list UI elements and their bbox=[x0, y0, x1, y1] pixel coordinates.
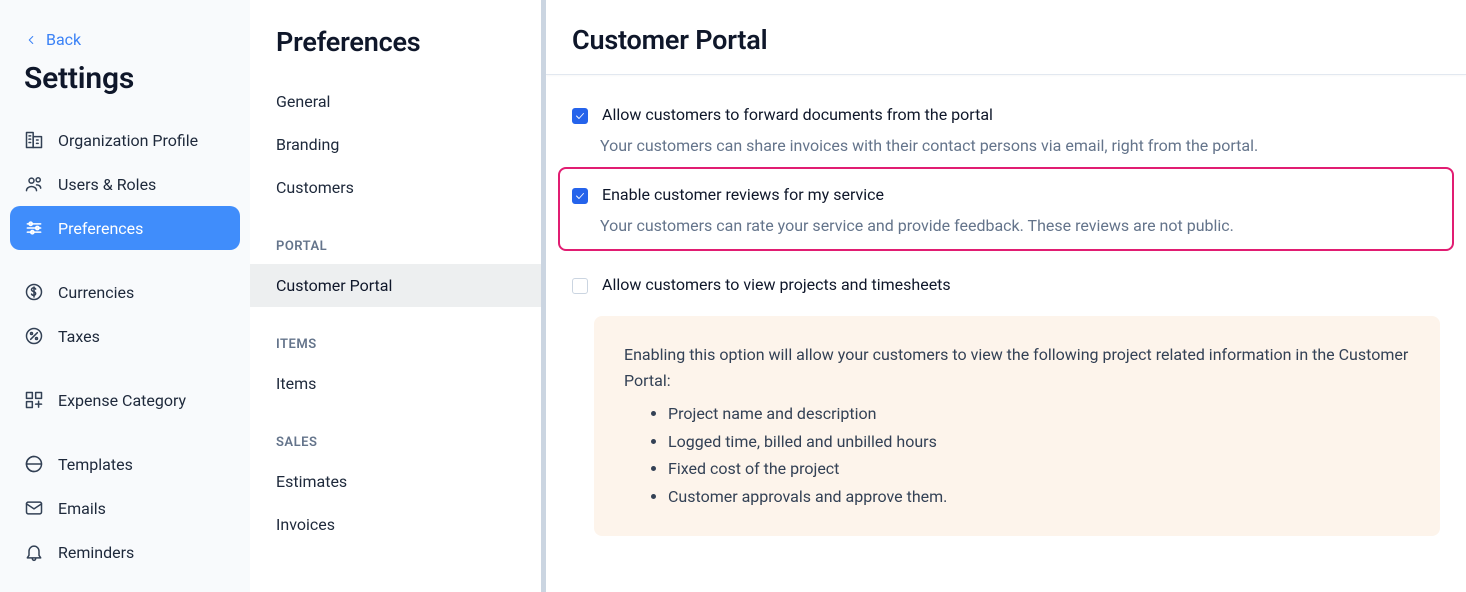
category-icon bbox=[24, 390, 44, 410]
pref-item-general[interactable]: General bbox=[250, 80, 541, 123]
sidebar-item-label: Templates bbox=[58, 455, 133, 474]
pref-item-items[interactable]: Items bbox=[250, 362, 541, 405]
mail-icon bbox=[24, 498, 44, 518]
option-forward-documents: Allow customers to forward documents fro… bbox=[572, 99, 1440, 177]
sidebar-item-templates[interactable]: Templates bbox=[10, 442, 240, 486]
check-icon bbox=[574, 110, 586, 122]
checkbox-forward-documents[interactable] bbox=[572, 108, 588, 124]
sidebar-item-emails[interactable]: Emails bbox=[10, 486, 240, 530]
chevron-left-icon bbox=[24, 33, 38, 47]
info-bullet: Project name and description bbox=[668, 401, 1410, 427]
sidebar-item-label: Expense Category bbox=[58, 391, 186, 410]
option-label: Allow customers to view projects and tim… bbox=[602, 275, 951, 294]
info-bullet: Fixed cost of the project bbox=[668, 456, 1410, 482]
sidebar-item-label: Reminders bbox=[58, 543, 134, 562]
sliders-icon bbox=[24, 218, 44, 238]
option-description: Your customers can share invoices with t… bbox=[572, 136, 1440, 155]
currency-icon bbox=[24, 282, 44, 302]
info-bullet: Customer approvals and approve them. bbox=[668, 484, 1410, 510]
sidebar-item-label: Preferences bbox=[58, 219, 143, 238]
sidebar-item-label: Organization Profile bbox=[58, 131, 198, 150]
page-title: Customer Portal bbox=[572, 24, 1440, 56]
option-label: Enable customer reviews for my service bbox=[602, 185, 884, 204]
checkbox-customer-reviews[interactable] bbox=[572, 188, 588, 204]
check-icon bbox=[574, 190, 586, 202]
checkbox-view-projects[interactable] bbox=[572, 278, 588, 294]
back-label: Back bbox=[46, 30, 81, 49]
bell-icon bbox=[24, 542, 44, 562]
option-customer-reviews: Enable customer reviews for my service Y… bbox=[572, 179, 1440, 235]
pref-heading-portal: PORTAL bbox=[250, 209, 541, 264]
info-bullet: Logged time, billed and unbilled hours bbox=[668, 429, 1410, 455]
sidebar-item-label: Users & Roles bbox=[58, 175, 156, 194]
main-header: Customer Portal bbox=[546, 0, 1466, 75]
option-label: Allow customers to forward documents fro… bbox=[602, 105, 993, 124]
sidebar-item-organization-profile[interactable]: Organization Profile bbox=[10, 118, 240, 162]
template-icon bbox=[24, 454, 44, 474]
sidebar-item-taxes[interactable]: Taxes bbox=[10, 314, 240, 358]
pref-item-customers[interactable]: Customers bbox=[250, 166, 541, 209]
sidebar-item-label: Taxes bbox=[58, 327, 100, 346]
preferences-sidebar: Preferences General Branding Customers P… bbox=[250, 0, 546, 592]
option-description: Your customers can rate your service and… bbox=[572, 216, 1440, 235]
preferences-title: Preferences bbox=[250, 0, 541, 80]
settings-sidebar: Back Settings Organization Profile Users… bbox=[0, 0, 250, 592]
pref-item-branding[interactable]: Branding bbox=[250, 123, 541, 166]
info-bullets: Project name and description Logged time… bbox=[624, 401, 1410, 509]
pref-item-estimates[interactable]: Estimates bbox=[250, 460, 541, 503]
sidebar-item-preferences[interactable]: Preferences bbox=[10, 206, 240, 250]
sidebar-item-label: Currencies bbox=[58, 283, 134, 302]
sidebar-item-reminders[interactable]: Reminders bbox=[10, 530, 240, 574]
main-panel: Customer Portal Allow customers to forwa… bbox=[546, 0, 1466, 592]
info-intro: Enabling this option will allow your cus… bbox=[624, 342, 1410, 393]
sidebar-item-expense-category[interactable]: Expense Category bbox=[10, 378, 240, 422]
pref-heading-items: ITEMS bbox=[250, 307, 541, 362]
percent-icon bbox=[24, 326, 44, 346]
pref-item-customer-portal[interactable]: Customer Portal bbox=[250, 264, 541, 307]
settings-title: Settings bbox=[10, 61, 240, 118]
pref-item-invoices[interactable]: Invoices bbox=[250, 503, 541, 546]
building-icon bbox=[24, 130, 44, 150]
sidebar-item-label: Emails bbox=[58, 499, 106, 518]
option-view-projects: Allow customers to view projects and tim… bbox=[572, 269, 1440, 316]
highlight-customer-reviews: Enable customer reviews for my service Y… bbox=[558, 167, 1454, 251]
sidebar-item-currencies[interactable]: Currencies bbox=[10, 270, 240, 314]
back-link[interactable]: Back bbox=[10, 24, 240, 55]
pref-heading-sales: SALES bbox=[250, 405, 541, 460]
users-icon bbox=[24, 174, 44, 194]
sidebar-item-users-roles[interactable]: Users & Roles bbox=[10, 162, 240, 206]
projects-info-panel: Enabling this option will allow your cus… bbox=[594, 316, 1440, 536]
